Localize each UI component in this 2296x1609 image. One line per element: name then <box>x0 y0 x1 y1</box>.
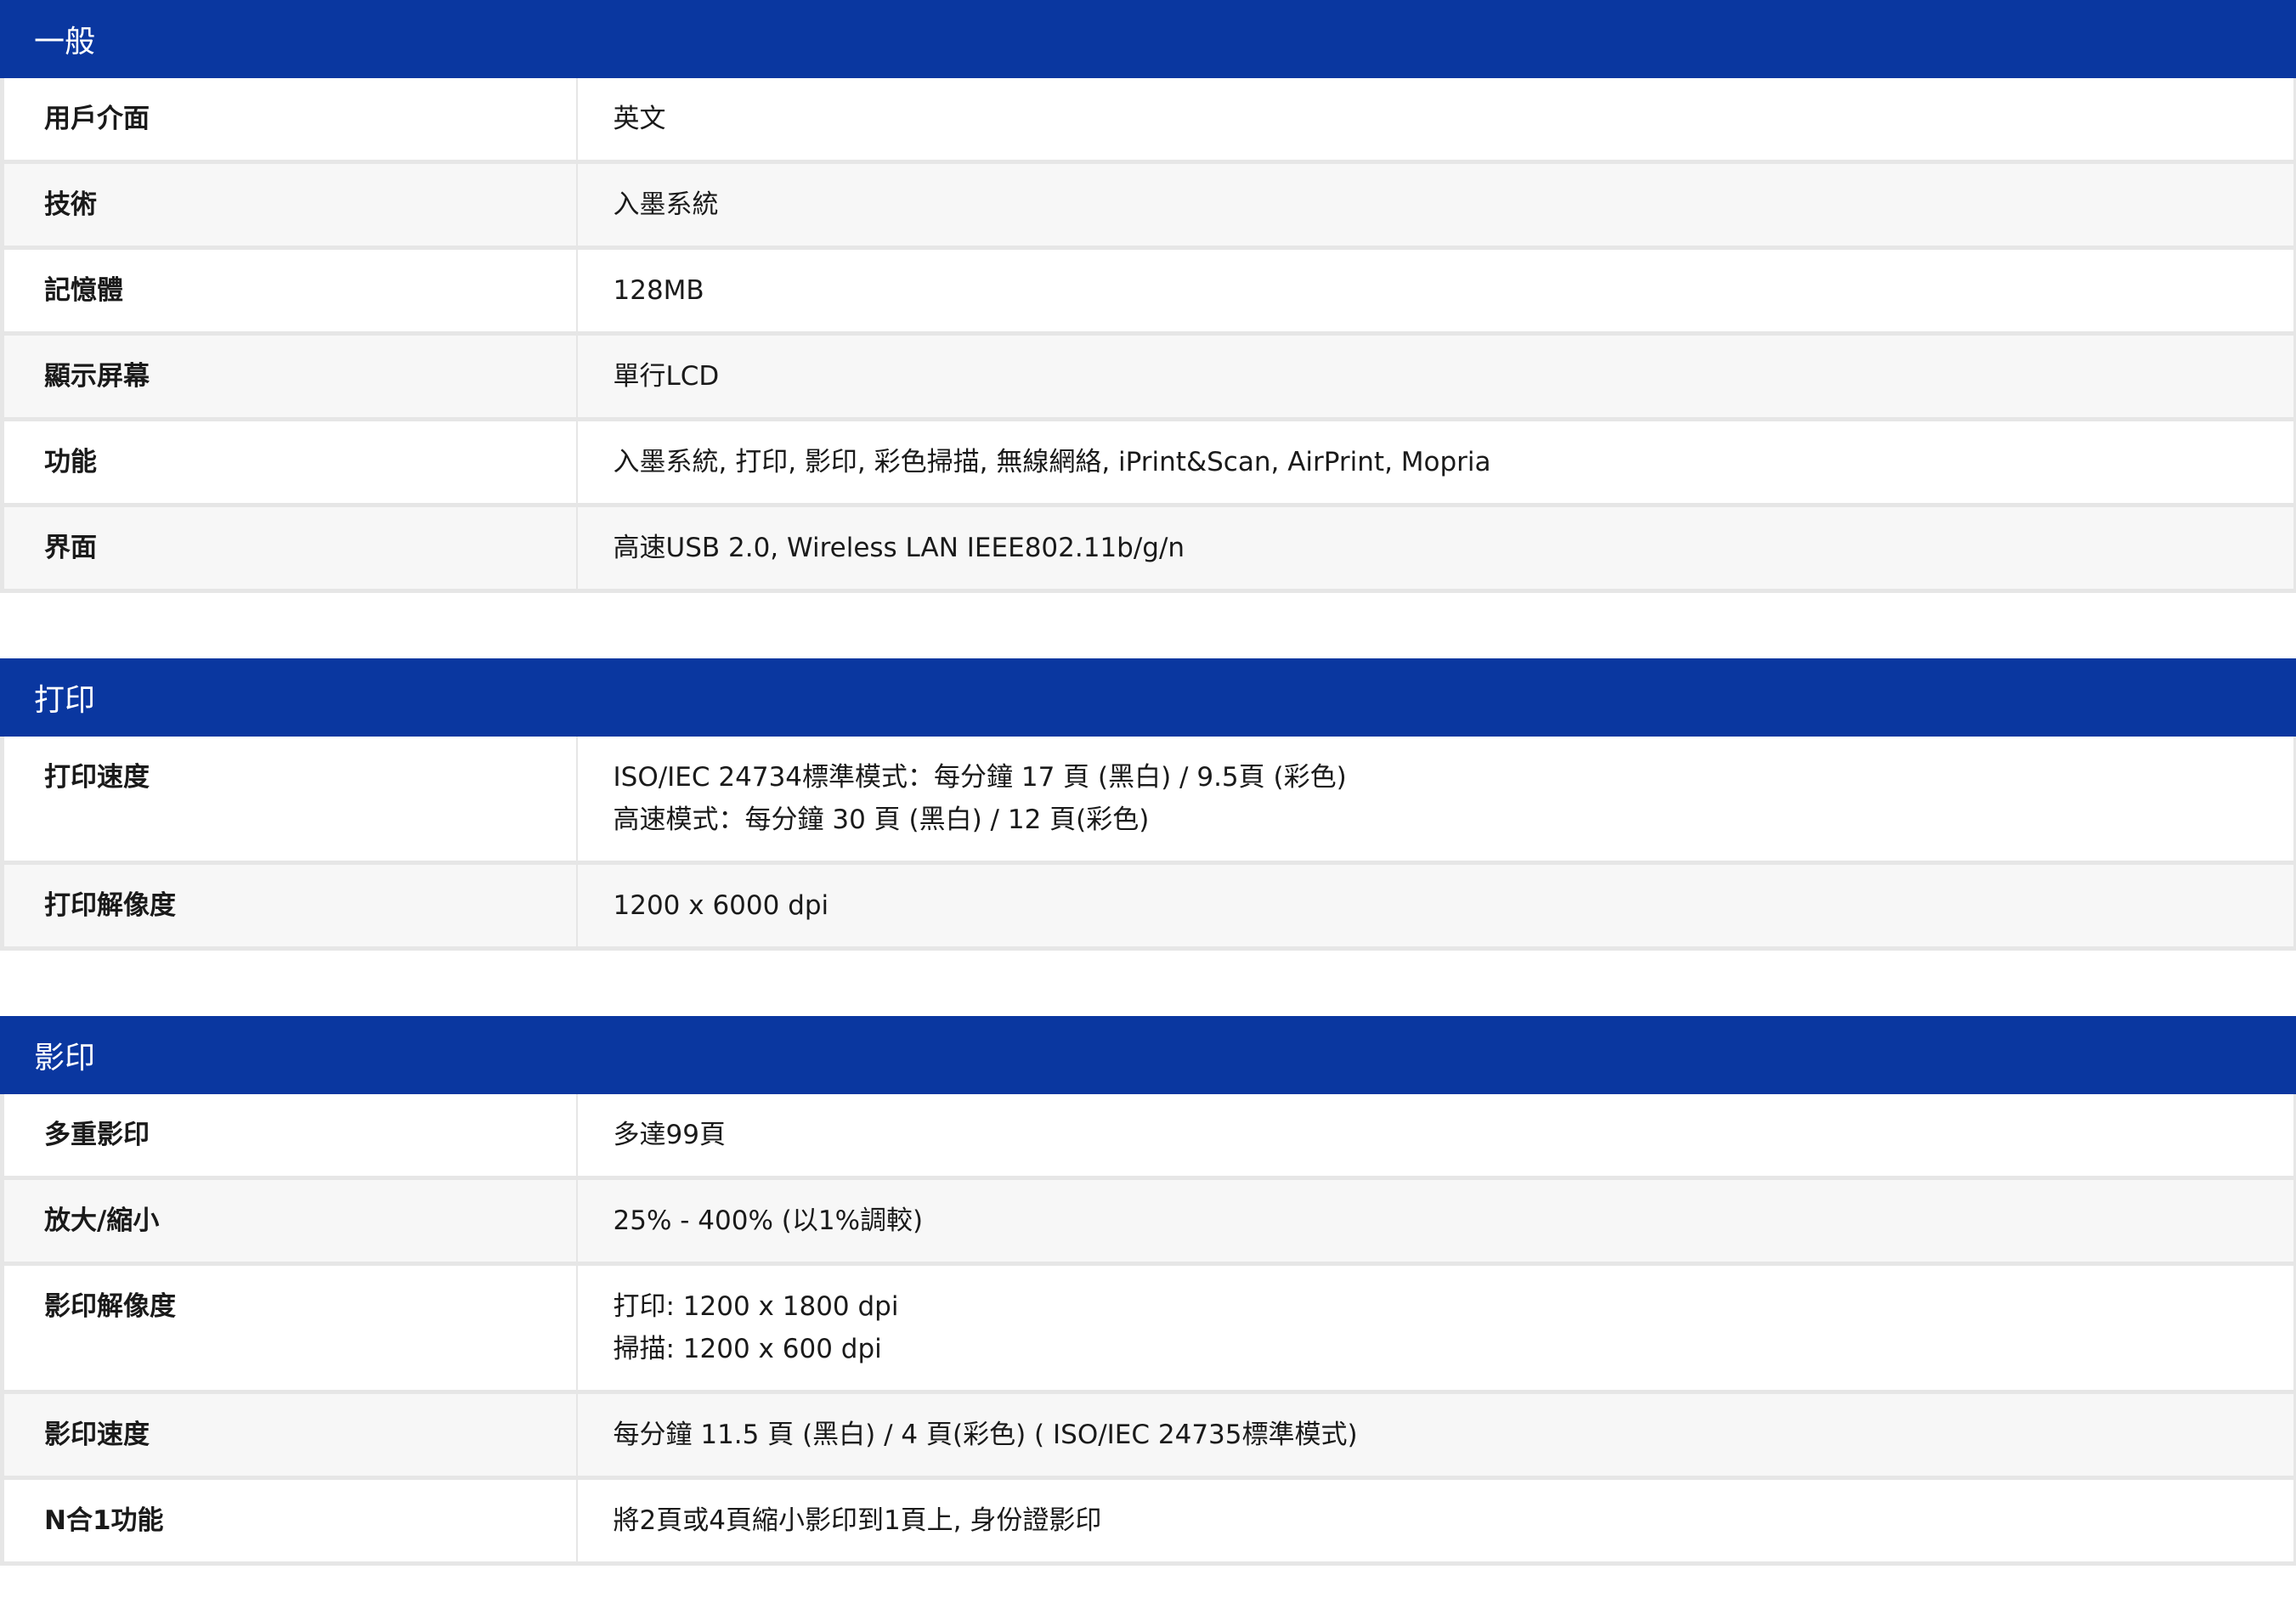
spec-section: 打印 打印速度 ISO/IEC 24734標準模式：每分鐘 17 頁 (黑白) / … <box>0 658 2296 951</box>
spec-value-line: 每分鐘 11.5 頁 (黑白) / 4 頁(彩色) ( ISO/IEC 2473… <box>613 1420 1358 1450</box>
spec-value-line: 25% - 400% (以1%調較) <box>613 1205 924 1236</box>
spec-row: 多重影印 多達99頁 <box>0 1094 2296 1180</box>
spec-table: 多重影印 多達99頁 放大/縮小 25% - 400% (以1%調較) 影印解像度 打印:… <box>0 1094 2296 1566</box>
spec-row: 用戶介面 英文 <box>0 78 2296 164</box>
spec-value: 每分鐘 11.5 頁 (黑白) / 4 頁(彩色) ( ISO/IEC 2473… <box>576 1392 2296 1480</box>
spec-row: 影印速度 每分鐘 11.5 頁 (黑白) / 4 頁(彩色) ( ISO/IEC … <box>0 1392 2296 1480</box>
spec-value-line: ISO/IEC 24734標準模式：每分鐘 17 頁 (黑白) / 9.5頁 (… <box>613 762 1347 793</box>
section-header: 一般 <box>0 0 2296 78</box>
spec-value-line: 掃描: 1200 x 600 dpi <box>613 1334 882 1364</box>
spec-label: 功能 <box>0 419 578 507</box>
spec-label: 放大/縮小 <box>0 1177 578 1266</box>
spec-row: 打印解像度 1200 x 6000 dpi <box>0 862 2296 951</box>
spec-value: 128MB <box>576 247 2296 336</box>
spec-value-line: 打印: 1200 x 1800 dpi <box>613 1291 899 1322</box>
spec-label: 打印速度 <box>0 737 578 865</box>
spec-value-line: 英文 <box>613 104 666 134</box>
spec-value-line: 將2頁或4頁縮小影印到1頁上, 身份證影印 <box>613 1505 1102 1536</box>
spec-section: 影印 多重影印 多達99頁 放大/縮小 25% - 400% (以1%調較) 影印解像度打… <box>0 1016 2296 1566</box>
spec-row: N合1功能 將2頁或4頁縮小影印到1頁上, 身份證影印 <box>0 1477 2296 1566</box>
spec-label: 多重影印 <box>0 1094 578 1180</box>
spec-value: 高速USB 2.0, Wireless LAN IEEE802.11b/g/n <box>576 505 2296 593</box>
spec-value-line: 多達99頁 <box>613 1120 726 1150</box>
spec-row: 打印速度 ISO/IEC 24734標準模式：每分鐘 17 頁 (黑白) / 9.… <box>0 737 2296 865</box>
section-header: 打印 <box>0 658 2296 737</box>
section-header: 影印 <box>0 1016 2296 1094</box>
spec-label: 影印速度 <box>0 1392 578 1480</box>
spec-value-line: 入墨系統, 打印, 影印, 彩色掃描, 無線網絡, iPrint&Scan, A… <box>613 447 1491 477</box>
spec-label: 用戶介面 <box>0 78 578 164</box>
spec-value: ISO/IEC 24734標準模式：每分鐘 17 頁 (黑白) / 9.5頁 (… <box>576 737 2296 865</box>
spec-row: 界面 高速USB 2.0, Wireless LAN IEEE802.11b/g/… <box>0 505 2296 593</box>
spec-label: 技術 <box>0 161 578 250</box>
spec-value-line: 高速模式：每分鐘 30 頁 (黑白) / 12 頁(彩色) <box>613 804 1150 835</box>
spec-value: 多達99頁 <box>576 1094 2296 1180</box>
spec-value: 25% - 400% (以1%調較) <box>576 1177 2296 1266</box>
spec-label: N合1功能 <box>0 1477 578 1566</box>
spec-value: 1200 x 6000 dpi <box>576 862 2296 951</box>
spec-value-line: 高速USB 2.0, Wireless LAN IEEE802.11b/g/n <box>613 533 1185 563</box>
spec-row: 技術 入墨系統 <box>0 161 2296 250</box>
spec-row: 功能 入墨系統, 打印, 影印, 彩色掃描, 無線網絡, iPrint&Scan,… <box>0 419 2296 507</box>
spec-value-line: 1200 x 6000 dpi <box>613 890 829 921</box>
spec-row: 顯示屏幕 單行LCD <box>0 333 2296 421</box>
spec-label: 顯示屏幕 <box>0 333 578 421</box>
spec-value-line: 單行LCD <box>613 361 720 392</box>
spec-value: 英文 <box>576 78 2296 164</box>
spec-table: 打印速度 ISO/IEC 24734標準模式：每分鐘 17 頁 (黑白) / 9.… <box>0 737 2296 951</box>
spec-row: 放大/縮小 25% - 400% (以1%調較) <box>0 1177 2296 1266</box>
spec-value-line: 入墨系統 <box>613 189 719 220</box>
spec-value-line: 128MB <box>613 275 704 306</box>
spec-sheet: 一般 用戶介面 英文技術 入墨系統記憶體 128MB 顯示屏幕 單行LCD 功能 入墨系統, 打… <box>0 0 2296 1566</box>
spec-table: 用戶介面 英文技術 入墨系統記憶體 128MB 顯示屏幕 單行LCD 功能 入墨系統, 打印,… <box>0 78 2296 593</box>
spec-row: 記憶體 128MB <box>0 247 2296 336</box>
spec-value: 單行LCD <box>576 333 2296 421</box>
spec-label: 影印解像度 <box>0 1263 578 1394</box>
spec-row: 影印解像度 打印: 1200 x 1800 dpi 掃描: 1200 x 600 d… <box>0 1263 2296 1394</box>
spec-label: 記憶體 <box>0 247 578 336</box>
spec-label: 打印解像度 <box>0 862 578 951</box>
spec-section: 一般 用戶介面 英文技術 入墨系統記憶體 128MB 顯示屏幕 單行LCD 功能 入墨系統, 打… <box>0 0 2296 593</box>
spec-label: 界面 <box>0 505 578 593</box>
spec-value: 入墨系統, 打印, 影印, 彩色掃描, 無線網絡, iPrint&Scan, A… <box>576 419 2296 507</box>
spec-value: 將2頁或4頁縮小影印到1頁上, 身份證影印 <box>576 1477 2296 1566</box>
spec-value: 入墨系統 <box>576 161 2296 250</box>
spec-value: 打印: 1200 x 1800 dpi 掃描: 1200 x 600 dpi <box>576 1263 2296 1394</box>
